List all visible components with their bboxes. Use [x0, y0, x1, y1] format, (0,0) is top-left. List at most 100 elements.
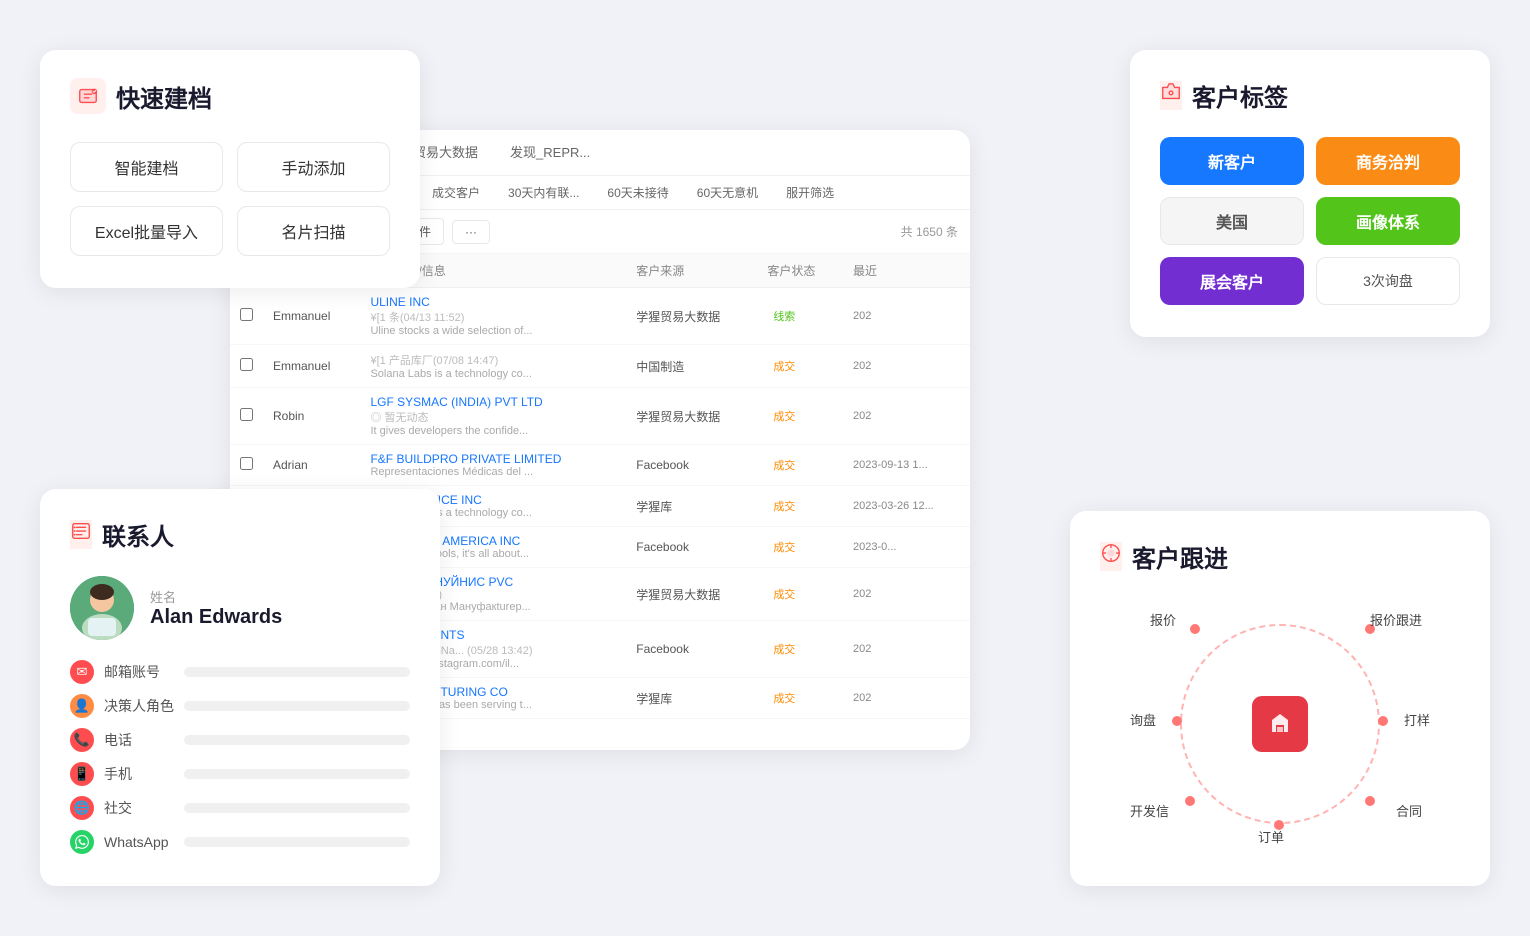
excel-import-button[interactable]: Excel批量导入: [70, 206, 223, 256]
social-value-bar: [184, 803, 410, 813]
col-date: 最近: [843, 254, 970, 288]
role-label: 决策人角色: [104, 696, 174, 716]
row-status: 成交: [757, 388, 843, 445]
quick-archive-title-text: 快速建档: [116, 79, 212, 114]
customer-tags-card: 客户标签 新客户 商务洽判 美国 画像体系 展会客户 3次询盘: [1130, 50, 1490, 337]
row-source: 学猩贸易大数据: [626, 719, 757, 735]
tag-inquiry-count[interactable]: 3次询盘: [1316, 257, 1460, 305]
table-row[interactable]: Adrian F&F BUILDPRO PRIVATE LIMITED Repr…: [230, 445, 970, 486]
row-status: 成交: [757, 568, 843, 621]
row-company: LGF SYSMAC (INDIA) PVT LTD ◎ 暂无动态 It giv…: [360, 388, 626, 445]
followup-icon: [1100, 542, 1122, 571]
row-company: ¥[1 产品库厂(07/08 14:47) Solana Labs is a t…: [360, 345, 626, 388]
main-container: 快速建档 智能建档 手动添加 Excel批量导入 名片扫描 客户管理 找买家 贸…: [0, 0, 1530, 936]
row-owner: Adrian: [263, 445, 360, 486]
contact-profile: 姓名 Alan Edwards: [70, 576, 410, 640]
row-source: 学猩库: [626, 486, 757, 527]
row-status: 成交: [757, 486, 843, 527]
row-owner: Emmanuel: [263, 288, 360, 345]
contact-full-name: Alan Edwards: [150, 606, 282, 629]
row-owner: Emmanuel: [263, 345, 360, 388]
contact-phone-row: 📞 电话: [70, 728, 410, 752]
social-icon: 🌐: [70, 796, 94, 820]
whatsapp-value-bar: [184, 837, 410, 847]
row-source: Facebook: [626, 527, 757, 568]
row-date: 2023-09-13 1...: [843, 445, 970, 486]
row-checkbox[interactable]: [230, 388, 263, 445]
row-date: 202: [843, 678, 970, 719]
node-contract: [1365, 796, 1375, 806]
label-sample: 打样: [1404, 710, 1430, 729]
tags-icon: [1160, 81, 1182, 110]
label-dev-letter: 开发信: [1130, 801, 1169, 820]
contact-fields: ✉ 邮箱账号 👤 决策人角色 📞 电话 📱 手机: [70, 660, 410, 854]
more-button[interactable]: ···: [452, 220, 490, 244]
contact-email-row: ✉ 邮箱账号: [70, 660, 410, 684]
row-source: Facebook: [626, 621, 757, 678]
tag-business-negotiation[interactable]: 商务洽判: [1316, 137, 1460, 185]
col-source: 客户来源: [626, 254, 757, 288]
email-value-bar: [184, 667, 410, 677]
followup-title-text: 客户跟进: [1132, 539, 1228, 574]
row-status: 成交: [757, 345, 843, 388]
mobile-label: 手机: [104, 764, 174, 784]
row-date: 202: [843, 345, 970, 388]
contact-title-text: 联系人: [102, 517, 174, 552]
row-source: 学猩库: [626, 678, 757, 719]
tag-expo-customer[interactable]: 展会客户: [1160, 257, 1304, 305]
node-inquiry: [1172, 716, 1182, 726]
row-status: 成交: [757, 678, 843, 719]
subtab-60days-no-receive[interactable]: 60天未接待: [593, 176, 682, 209]
subtab-deal[interactable]: 成交客户: [418, 176, 494, 209]
email-label: 邮箱账号: [104, 662, 174, 682]
row-source: Facebook: [626, 445, 757, 486]
label-inquiry: 询盘: [1130, 710, 1156, 729]
manual-add-button[interactable]: 手动添加: [237, 142, 390, 192]
whatsapp-icon: [70, 830, 94, 854]
card-scan-button[interactable]: 名片扫描: [237, 206, 390, 256]
quick-archive-buttons: 智能建档 手动添加 Excel批量导入 名片扫描: [70, 142, 390, 256]
role-icon: 👤: [70, 694, 94, 718]
tag-usa[interactable]: 美国: [1160, 197, 1304, 245]
row-status: 成交: [757, 719, 843, 735]
row-status: 成交: [757, 445, 843, 486]
label-quote: 报价: [1150, 610, 1176, 629]
subtab-filter[interactable]: 服开筛选: [772, 176, 848, 209]
tags-title: 客户标签: [1160, 78, 1460, 113]
contact-name-block: 姓名 Alan Edwards: [150, 587, 282, 629]
subtab-60days-no-machine[interactable]: 60天无意机: [683, 176, 772, 209]
table-row[interactable]: Robin LGF SYSMAC (INDIA) PVT LTD ◎ 暂无动态 …: [230, 388, 970, 445]
tag-new-customer[interactable]: 新客户: [1160, 137, 1304, 185]
row-source: 中国制造: [626, 345, 757, 388]
contact-icon: [70, 520, 92, 549]
table-row[interactable]: Emmanuel ULINE INC ¥[1 条(04/13 11:52) Ul…: [230, 288, 970, 345]
subtab-30days[interactable]: 30天内有联...: [494, 176, 593, 209]
table-row[interactable]: Emmanuel ¥[1 产品库厂(07/08 14:47) Solana La…: [230, 345, 970, 388]
phone-icon: 📞: [70, 728, 94, 752]
contact-title: 联系人: [70, 517, 410, 552]
row-date: 202: [843, 719, 970, 735]
phone-value-bar: [184, 735, 410, 745]
contact-name-label: 姓名: [150, 587, 282, 606]
row-date: 2023-0...: [843, 527, 970, 568]
label-quote-followup: 报价跟进: [1370, 610, 1422, 629]
row-date: 202: [843, 621, 970, 678]
contact-whatsapp-row: WhatsApp: [70, 830, 410, 854]
contact-social-row: 🌐 社交: [70, 796, 410, 820]
smart-archive-button[interactable]: 智能建档: [70, 142, 223, 192]
row-checkbox[interactable]: [230, 288, 263, 345]
row-checkbox[interactable]: [230, 345, 263, 388]
quick-archive-card: 快速建档 智能建档 手动添加 Excel批量导入 名片扫描: [40, 50, 420, 288]
quick-archive-icon: [70, 78, 106, 114]
label-order: 订单: [1258, 827, 1284, 846]
row-source: 学猩贸易大数据: [626, 568, 757, 621]
node-dev-letter: [1185, 796, 1195, 806]
node-quote: [1190, 624, 1200, 634]
row-checkbox[interactable]: [230, 445, 263, 486]
tab-discover[interactable]: 发现_REPR...: [494, 130, 606, 175]
followup-card: 客户跟进 报价 报价跟进 打样: [1070, 511, 1490, 886]
tag-portrait-system[interactable]: 画像体系: [1316, 197, 1460, 245]
tags-title-text: 客户标签: [1192, 78, 1288, 113]
row-date: 202: [843, 568, 970, 621]
row-company: F&F BUILDPRO PRIVATE LIMITED Representac…: [360, 445, 626, 486]
